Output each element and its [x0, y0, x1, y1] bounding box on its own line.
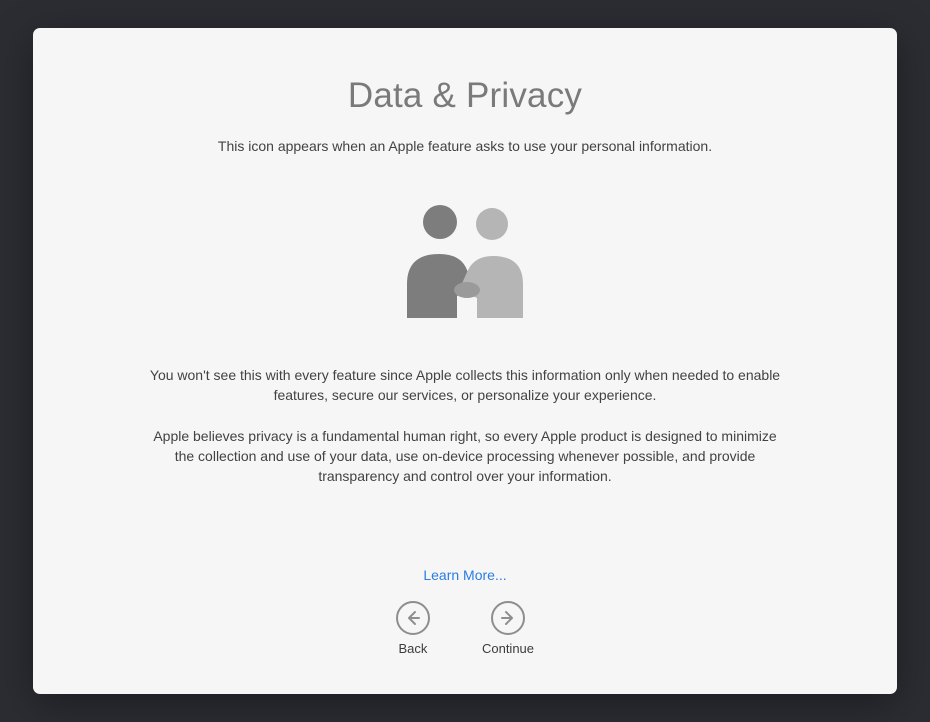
continue-button-label: Continue: [482, 641, 534, 656]
privacy-handshake-icon: [385, 198, 545, 323]
back-button-label: Back: [399, 641, 428, 656]
body-paragraph-1: You won't see this with every feature si…: [145, 365, 785, 406]
arrow-right-circle-icon: [491, 601, 525, 635]
body-paragraph-2: Apple believes privacy is a fundamental …: [145, 426, 785, 487]
page-subtitle: This icon appears when an Apple feature …: [218, 138, 712, 154]
learn-more-link[interactable]: Learn More...: [423, 567, 506, 583]
arrow-left-circle-icon: [396, 601, 430, 635]
page-title: Data & Privacy: [348, 76, 582, 116]
continue-button[interactable]: Continue: [482, 601, 534, 656]
back-button[interactable]: Back: [396, 601, 430, 656]
navigation-row: Back Continue: [396, 601, 534, 656]
setup-assistant-panel: Data & Privacy This icon appears when an…: [33, 28, 897, 694]
